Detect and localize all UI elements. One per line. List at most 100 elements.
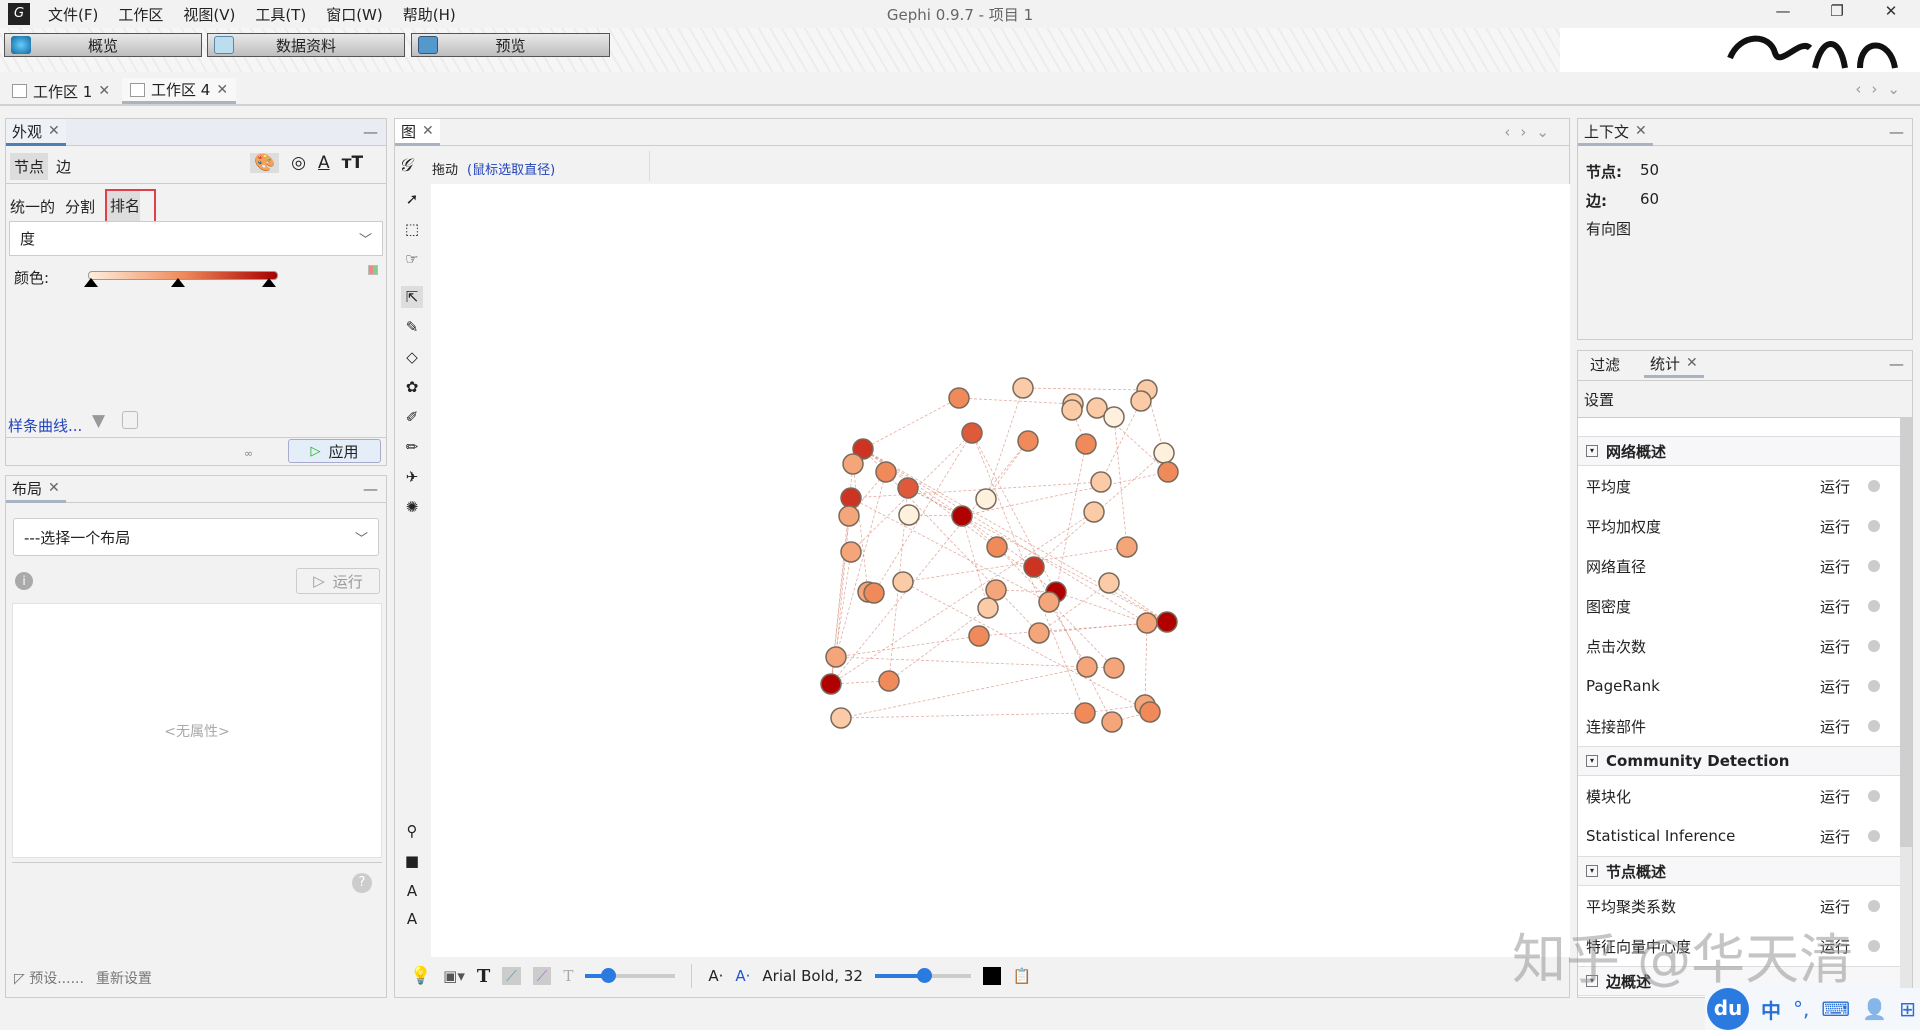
direct-select-icon[interactable]: ☞ xyxy=(401,248,423,270)
background-icon[interactable]: ■ xyxy=(401,850,423,872)
edge-thickness-slider[interactable] xyxy=(585,968,676,983)
menu-item[interactable]: 文件(F) xyxy=(48,4,98,25)
graph-node[interactable] xyxy=(878,670,900,692)
graph-node[interactable] xyxy=(1075,433,1097,455)
gradient-stop-handle[interactable] xyxy=(171,271,185,287)
graph-node[interactable] xyxy=(986,536,1008,558)
panel-nav-arrows[interactable]: ‹›⌄ xyxy=(1504,123,1559,141)
graph-node[interactable] xyxy=(842,453,864,475)
graph-svg[interactable] xyxy=(431,184,1570,957)
apply-button[interactable]: ▷ 应用 xyxy=(288,439,381,463)
graph-node[interactable] xyxy=(863,582,885,604)
link-icon[interactable]: ∞ xyxy=(244,447,253,460)
mode-preview-button[interactable]: 预览 xyxy=(411,33,610,57)
minimize-button[interactable]: — xyxy=(1760,2,1806,26)
graph-node[interactable] xyxy=(1101,711,1123,733)
color-picker-icon[interactable]: ✐ xyxy=(401,406,423,428)
tab-filters[interactable]: 过滤 xyxy=(1584,351,1627,378)
label-size-icon[interactable]: A xyxy=(401,908,423,930)
help-icon[interactable] xyxy=(1868,480,1880,492)
mode-data-lab-button[interactable]: 数据资料 xyxy=(207,33,405,57)
scrollbar[interactable] xyxy=(1900,417,1912,997)
tab-appearance[interactable]: 外观 ✕ xyxy=(6,119,66,146)
run-button[interactable]: 运行 xyxy=(1820,896,1850,917)
drag-icon[interactable]: ⇱ xyxy=(401,286,423,308)
font-name[interactable]: Arial Bold, 32 xyxy=(762,967,863,985)
clipboard-icon[interactable]: 📋 xyxy=(1013,967,1032,985)
ime-menu-icon[interactable]: ⊞ xyxy=(1899,997,1916,1021)
copy-icon[interactable] xyxy=(122,411,138,429)
stat-group-header[interactable]: ▾ 网络概述 xyxy=(1578,436,1900,466)
font-color-icon[interactable]: A· xyxy=(735,967,750,985)
graph-canvas[interactable] xyxy=(431,184,1570,957)
tab-edges[interactable]: 边 xyxy=(52,153,75,180)
select-arrow-icon[interactable]: ➚ xyxy=(401,188,423,210)
graph-node[interactable] xyxy=(975,488,997,510)
graph-node[interactable] xyxy=(830,707,852,729)
graph-node[interactable] xyxy=(1130,390,1152,412)
graph-node[interactable] xyxy=(825,646,847,668)
reset-button[interactable]: 重新设置 xyxy=(96,968,152,988)
ime-chinese-toggle[interactable]: 中 xyxy=(1761,995,1781,1024)
close-icon[interactable]: ✕ xyxy=(216,82,228,98)
graph-node[interactable] xyxy=(1012,377,1034,399)
run-button[interactable]: 运行 xyxy=(1820,716,1850,737)
help-icon[interactable] xyxy=(1868,900,1880,912)
screenshot-icon[interactable]: ▣▾ xyxy=(443,967,465,985)
edge-label-icon[interactable]: T xyxy=(563,967,573,985)
ime-punctuation-toggle[interactable]: °, xyxy=(1793,997,1809,1021)
graph-node[interactable] xyxy=(1098,572,1120,594)
graph-node[interactable] xyxy=(985,579,1007,601)
tab-workspace-4[interactable]: 工作区 4 ✕ xyxy=(122,78,237,104)
graph-node[interactable] xyxy=(897,477,919,499)
tab-ranking[interactable]: 排名 xyxy=(105,189,157,224)
show-labels-icon[interactable]: T xyxy=(477,966,490,987)
graph-node[interactable] xyxy=(977,597,999,619)
slider-handle[interactable] xyxy=(601,968,617,983)
close-icon[interactable]: ✕ xyxy=(1635,123,1647,139)
graph-node[interactable] xyxy=(875,461,897,483)
run-button[interactable]: 运行 xyxy=(1820,476,1850,497)
slider-handle[interactable] xyxy=(916,968,932,983)
graph-node[interactable] xyxy=(1139,701,1161,723)
label-color-icon[interactable]: A xyxy=(318,153,330,173)
filter-icon[interactable]: ▼ xyxy=(92,411,105,431)
edges-toggle-icon[interactable]: ⟋ xyxy=(502,967,521,985)
ime-keyboard-icon[interactable]: ⌨ xyxy=(1821,997,1850,1021)
palette-grid-icon[interactable] xyxy=(368,265,378,275)
run-button[interactable]: 运行 xyxy=(1820,636,1850,657)
brush-icon[interactable]: ✿ xyxy=(401,376,423,398)
pencil-icon[interactable]: ✎ xyxy=(401,316,423,338)
graph-node[interactable] xyxy=(1074,702,1096,724)
mode-overview-button[interactable]: 概览 xyxy=(4,33,202,57)
run-button[interactable]: 运行 xyxy=(1820,786,1850,807)
close-button[interactable]: ✕ xyxy=(1868,2,1914,26)
graph-node[interactable] xyxy=(1023,556,1045,578)
graph-node[interactable] xyxy=(1017,430,1039,452)
close-icon[interactable]: ✕ xyxy=(422,123,434,139)
help-icon[interactable] xyxy=(1868,560,1880,572)
edge-color-icon[interactable]: ⟋ xyxy=(532,967,552,985)
graph-node[interactable] xyxy=(840,487,862,509)
ime-user-icon[interactable]: 👤 xyxy=(1862,997,1887,1021)
menu-item[interactable]: 工作区 xyxy=(118,4,163,25)
minimize-icon[interactable]: — xyxy=(1889,355,1904,373)
help-icon[interactable] xyxy=(1868,640,1880,652)
graph-node[interactable] xyxy=(1153,442,1175,464)
menu-item[interactable]: 窗口(W) xyxy=(326,4,383,25)
help-icon[interactable] xyxy=(1868,940,1880,952)
gradient-stop-handle[interactable] xyxy=(262,271,276,287)
stat-group-header[interactable]: ▾ 节点概述 xyxy=(1578,856,1900,886)
heat-icon[interactable]: ✺ xyxy=(401,496,423,518)
run-button[interactable]: 运行 xyxy=(1820,936,1850,957)
collapse-icon[interactable]: ▾ xyxy=(1586,865,1598,877)
info-icon[interactable]: i xyxy=(15,572,33,590)
spline-link[interactable]: 样条曲线... xyxy=(8,415,82,436)
presets-button[interactable]: ◸ 预设...... xyxy=(14,968,84,988)
baidu-ime-icon[interactable]: du xyxy=(1707,988,1749,1030)
graph-node[interactable] xyxy=(1038,591,1060,613)
rectangle-select-icon[interactable]: ⬚ xyxy=(401,218,423,240)
help-icon[interactable] xyxy=(1868,720,1880,732)
graph-node[interactable] xyxy=(948,387,970,409)
graph-node[interactable] xyxy=(1103,657,1125,679)
